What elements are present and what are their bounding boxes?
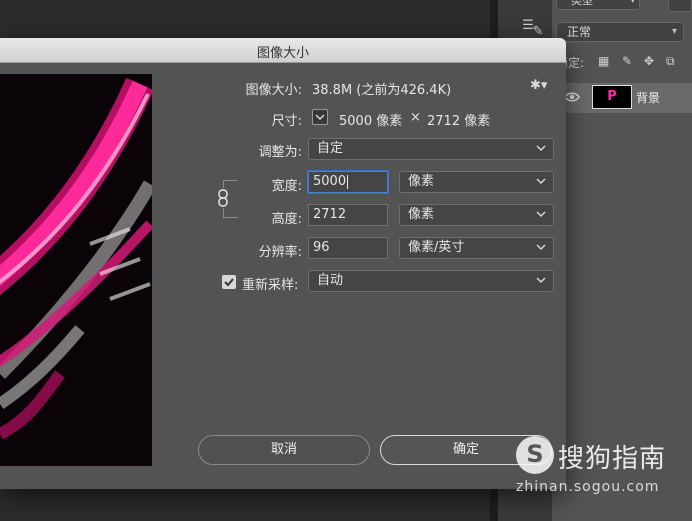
resolution-value: 96 <box>313 240 330 255</box>
chevron-down-icon <box>536 145 546 151</box>
chevron-down-icon <box>536 178 546 184</box>
lock-row: 锁定: ▦ ✎ ✥ ⧉ <box>556 54 692 72</box>
sogou-logo-letter: S <box>526 440 544 468</box>
constrain-proportions-button[interactable] <box>215 188 231 208</box>
fit-to-label: 调整为: <box>258 145 302 160</box>
image-size-label: 图像大小: <box>245 83 302 98</box>
width-input[interactable]: 5000 <box>308 171 388 193</box>
filter-toggle[interactable] <box>668 0 692 12</box>
resolution-label: 分辨率: <box>258 245 302 260</box>
width-unit-select[interactable]: 像素 <box>399 171 554 193</box>
dialog-titlebar[interactable]: 图像大小 <box>0 38 566 63</box>
dimensions-times: × <box>410 110 421 125</box>
width-label: 宽度: <box>271 179 302 194</box>
dimensions-label: 尺寸: <box>271 114 302 129</box>
blend-mode-select[interactable]: 正常 ▾ <box>556 22 684 42</box>
preview-artwork <box>0 74 152 466</box>
chevron-down-icon <box>536 211 546 217</box>
dimensions-height: 2712 像素 <box>427 114 491 129</box>
watermark-brand: 搜狗指南 <box>558 444 667 474</box>
cancel-button[interactable]: 取消 <box>198 435 370 465</box>
resolution-unit-select[interactable]: 像素/英寸 <box>399 237 554 259</box>
fit-to-select[interactable]: 自定 <box>308 138 554 160</box>
text-caret <box>347 174 349 189</box>
height-unit-value: 像素 <box>408 207 435 222</box>
resample-value: 自动 <box>317 273 344 288</box>
height-value: 2712 <box>313 207 347 222</box>
height-input[interactable]: 2712 <box>308 204 388 226</box>
watermark-url: zhinan.sogou.com <box>516 479 660 495</box>
width-value: 5000 <box>313 174 347 189</box>
lock-transparent-icon[interactable]: ▦ <box>598 54 609 68</box>
lock-pixels-icon[interactable]: ✎ <box>622 54 632 68</box>
layer-name: 背景 <box>636 91 661 105</box>
resample-label: 重新采样: <box>242 278 299 293</box>
layer-thumbnail: P <box>592 85 632 109</box>
checkmark-icon <box>224 278 234 287</box>
resample-checkbox[interactable] <box>222 275 236 289</box>
resolution-unit-value: 像素/英寸 <box>408 240 465 255</box>
dimensions-width: 5000 像素 <box>339 114 403 129</box>
chevron-down-icon <box>536 277 546 283</box>
chevron-down-icon <box>315 114 325 120</box>
image-size-value: 38.8M (之前为426.4K) <box>312 83 452 98</box>
dimensions-unit-toggle[interactable] <box>312 109 328 125</box>
chevron-down-icon: ▾ <box>671 26 677 37</box>
layer-kind-filter-label: 类型 <box>571 0 593 7</box>
resolution-input[interactable]: 96 <box>308 237 388 259</box>
width-unit-value: 像素 <box>408 174 435 189</box>
chevron-down-icon: ▾ <box>630 0 635 6</box>
link-icon <box>218 189 228 207</box>
image-size-dialog: 图像大小 图像大小: 38.8M (之前为426.4K) ✱▾ 尺寸: 5000… <box>0 38 566 489</box>
fit-to-value: 自定 <box>317 141 344 156</box>
height-unit-select[interactable]: 像素 <box>399 204 554 226</box>
resample-select[interactable]: 自动 <box>308 270 554 292</box>
eye-icon[interactable] <box>564 91 580 103</box>
lock-artboard-icon[interactable]: ⧉ <box>666 54 675 69</box>
sogou-logo: S <box>516 436 554 474</box>
layer-kind-filter[interactable]: 类型 ▾ <box>556 0 640 10</box>
lock-position-icon[interactable]: ✥ <box>644 54 654 68</box>
chevron-down-icon <box>536 244 546 250</box>
layer-row-background[interactable]: P 背景 <box>552 83 692 113</box>
image-preview[interactable] <box>0 74 152 466</box>
height-label: 高度: <box>271 212 302 227</box>
blend-mode-label: 正常 <box>567 25 592 39</box>
dialog-title: 图像大小 <box>256 46 309 61</box>
gear-icon[interactable]: ✱▾ <box>530 78 552 94</box>
